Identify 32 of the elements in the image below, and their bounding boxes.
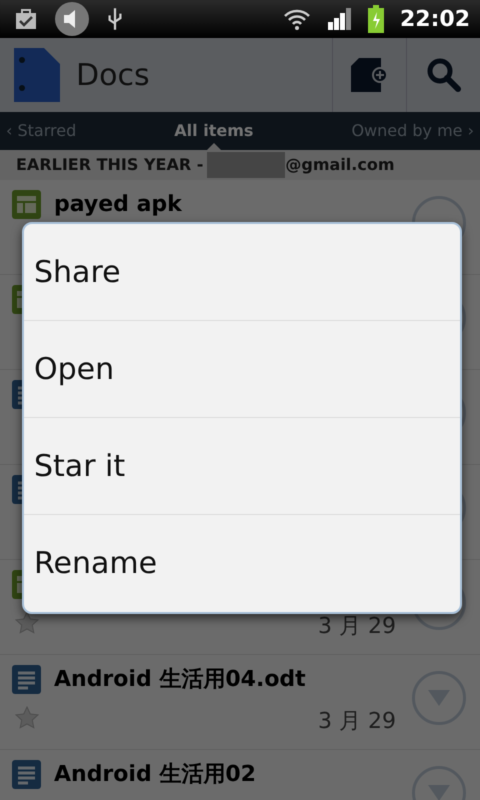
battery-icon [368,5,384,33]
dropdown-arrow-icon [428,690,450,706]
document-date: 3 月 29 [318,613,396,641]
document-icon [12,665,41,694]
app-title: Docs [76,56,151,94]
document-title[interactable]: Android 生活用04.odt [54,663,306,696]
shopping-bag-icon [14,7,38,31]
document-icon [12,760,41,789]
menu-item[interactable]: Share [24,224,460,321]
clock-speaker-icon [54,1,90,37]
menu-item[interactable]: Open [24,321,460,418]
tab[interactable]: Owned by me › [351,119,474,143]
star-icon[interactable] [14,705,40,731]
status-time: 22:02 [400,6,470,34]
document-date: 3 月 29 [318,708,396,736]
tab[interactable]: ‹ Starred [6,119,76,143]
signal-icon [328,8,352,30]
menu-item[interactable]: Rename [24,515,460,612]
new-document-icon [350,58,388,92]
search-icon [426,58,460,92]
section-header-label: EARLIER THIS YEAR - [16,154,204,176]
document-title[interactable]: payed apk [54,188,182,221]
account-email: @gmail.com [285,154,395,176]
wifi-icon [282,7,312,31]
spreadsheet-icon [12,190,41,219]
tab[interactable]: All items [174,119,254,143]
star-icon[interactable] [14,610,40,636]
dropdown-arrow-icon [428,785,450,800]
menu-item[interactable]: Star it [24,418,460,515]
docs-logo-icon [14,48,60,102]
document-title[interactable]: Android 生活用02 [54,758,256,791]
usb-icon [106,6,124,32]
